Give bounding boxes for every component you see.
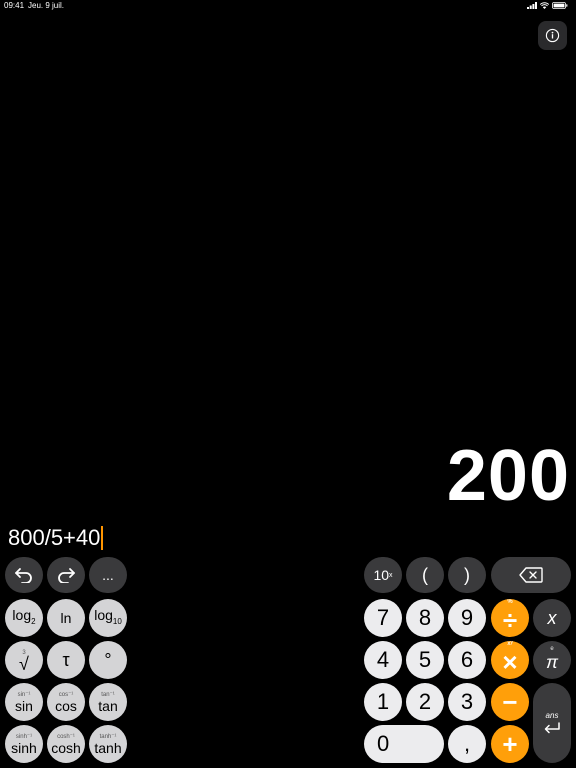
left-paren-key[interactable]: ( (406, 557, 444, 593)
decimal-comma-key[interactable]: , (448, 725, 486, 763)
info-icon (545, 28, 560, 43)
ln-key[interactable]: ln (47, 599, 85, 637)
digit-4-key[interactable]: 4 (364, 641, 402, 679)
enter-ans-key[interactable]: ans (533, 683, 571, 763)
info-button[interactable] (538, 21, 567, 50)
undo-icon (15, 568, 32, 583)
minus-key[interactable]: − (491, 683, 529, 721)
degree-key[interactable]: ° (89, 641, 127, 679)
expression-text: 800/5+40 (8, 525, 101, 550)
plus-key[interactable]: + (491, 725, 529, 763)
result-display: 200 (446, 436, 570, 516)
digit-3-key[interactable]: 3 (448, 683, 486, 721)
sqrt-key[interactable]: 3 √ (5, 641, 43, 679)
ans-label: ans (545, 710, 559, 720)
undo-button[interactable] (5, 557, 43, 593)
status-date: Jeu. 9 juil. (28, 1, 65, 10)
backspace-icon (519, 567, 543, 583)
expression-input[interactable]: 800/5+40 (8, 524, 104, 552)
status-bar: 09:41 Jeu. 9 juil. (0, 0, 576, 12)
multiply-key[interactable]: xʸ × (491, 641, 529, 679)
variable-x-key[interactable]: x (533, 599, 571, 637)
status-time: 09:41 (4, 1, 25, 10)
right-paren-key[interactable]: ) (448, 557, 486, 593)
redo-button[interactable] (47, 557, 85, 593)
digit-8-key[interactable]: 8 (406, 599, 444, 637)
battery-icon (552, 2, 568, 9)
digit-9-key[interactable]: 9 (448, 599, 486, 637)
digit-6-key[interactable]: 6 (448, 641, 486, 679)
digit-1-key[interactable]: 1 (364, 683, 402, 721)
pi-key[interactable]: eπ (533, 641, 571, 679)
backspace-button[interactable] (491, 557, 571, 593)
cosh-key[interactable]: cosh⁻¹ cosh (47, 725, 85, 763)
return-icon (544, 721, 560, 733)
more-button[interactable]: ... (89, 557, 127, 593)
tanh-key[interactable]: tanh⁻¹ tanh (89, 725, 127, 763)
digit-7-key[interactable]: 7 (364, 599, 402, 637)
sin-key[interactable]: sin⁻¹ sin (5, 683, 43, 721)
wifi-icon (540, 2, 549, 9)
power-of-ten-key[interactable]: 10 x (364, 557, 402, 593)
divide-key[interactable]: % ÷ (491, 599, 529, 637)
sinh-key[interactable]: sinh⁻¹ sinh (5, 725, 43, 763)
tan-key[interactable]: tan⁻¹ tan (89, 683, 127, 721)
text-caret (101, 526, 104, 550)
digit-2-key[interactable]: 2 (406, 683, 444, 721)
log10-key[interactable]: log10 (89, 599, 127, 637)
digit-0-key[interactable]: 0 (364, 725, 444, 763)
cos-key[interactable]: cos⁻¹ cos (47, 683, 85, 721)
status-icons (527, 2, 568, 9)
tau-key[interactable]: τ (47, 641, 85, 679)
digit-5-key[interactable]: 5 (406, 641, 444, 679)
log2-key[interactable]: log2 (5, 599, 43, 637)
redo-icon (58, 568, 75, 583)
signal-icon (527, 2, 537, 9)
